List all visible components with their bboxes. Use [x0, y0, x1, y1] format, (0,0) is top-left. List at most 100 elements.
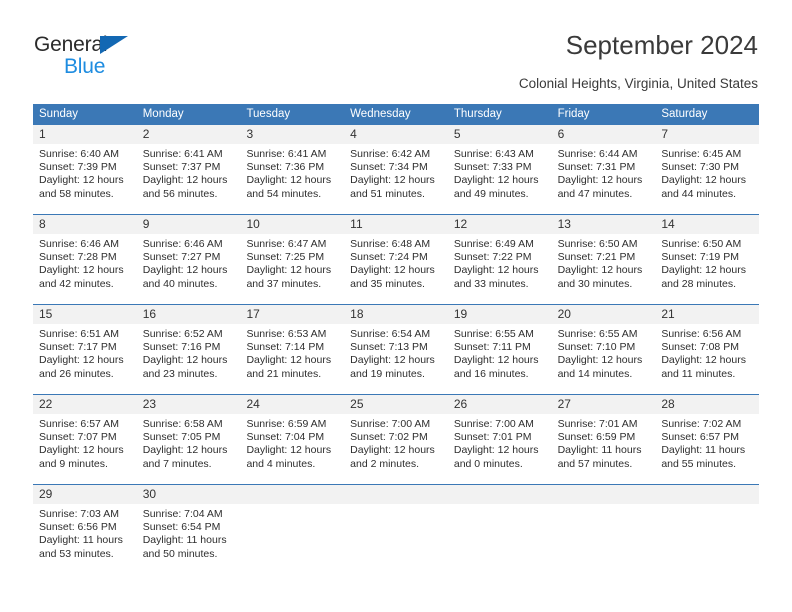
- sunrise-text: Sunrise: 6:59 AM: [246, 418, 327, 430]
- day-number[interactable]: 22: [33, 395, 137, 414]
- day-number[interactable]: 29: [33, 485, 137, 504]
- sunset-text: Sunset: 7:22 PM: [453, 251, 532, 264]
- daylight-text-line1: Daylight: 12 hours: [39, 264, 124, 277]
- day-cell[interactable]: Sunrise: 6:50 AM Sunset: 7:19 PM Daylight:…: [655, 234, 759, 304]
- sunset-text: Sunset: 7:14 PM: [246, 341, 325, 354]
- day-cell-empty: [655, 504, 759, 574]
- day-number[interactable]: 18: [344, 305, 448, 324]
- day-cell[interactable]: Sunrise: 6:41 AM Sunset: 7:37 PM Daylight:…: [137, 144, 241, 214]
- day-number[interactable]: 7: [655, 125, 759, 144]
- day-number[interactable]: 24: [240, 395, 344, 414]
- day-detail-row: Sunrise: 6:57 AM Sunset: 7:07 PM Daylight:…: [33, 414, 759, 484]
- day-number[interactable]: 19: [448, 305, 552, 324]
- day-number[interactable]: 28: [655, 395, 759, 414]
- day-cell[interactable]: Sunrise: 7:03 AM Sunset: 6:56 PM Daylight:…: [33, 504, 137, 574]
- day-number[interactable]: 4: [344, 125, 448, 144]
- sunset-text: Sunset: 7:33 PM: [453, 161, 532, 174]
- day-cell[interactable]: Sunrise: 6:52 AM Sunset: 7:16 PM Daylight:…: [137, 324, 241, 394]
- day-number[interactable]: 6: [552, 125, 656, 144]
- day-cell[interactable]: Sunrise: 6:55 AM Sunset: 7:10 PM Daylight:…: [552, 324, 656, 394]
- day-number[interactable]: 21: [655, 305, 759, 324]
- day-number[interactable]: 8: [33, 215, 137, 234]
- day-cell[interactable]: Sunrise: 6:44 AM Sunset: 7:31 PM Daylight:…: [552, 144, 656, 214]
- daylight-text-line2: and 21 minutes.: [246, 367, 322, 380]
- day-number[interactable]: 20: [552, 305, 656, 324]
- day-number[interactable]: 14: [655, 215, 759, 234]
- logo-text-general: General: [34, 33, 108, 56]
- day-number[interactable]: 25: [344, 395, 448, 414]
- day-cell[interactable]: Sunrise: 6:47 AM Sunset: 7:25 PM Daylight:…: [240, 234, 344, 304]
- sunset-text: Sunset: 7:34 PM: [350, 161, 428, 174]
- sunset-text: Sunset: 7:31 PM: [557, 161, 636, 174]
- day-number[interactable]: 11: [344, 215, 448, 234]
- day-cell[interactable]: Sunrise: 6:40 AM Sunset: 7:39 PM Daylight:…: [33, 144, 137, 214]
- daylight-text-line2: and 51 minutes.: [350, 187, 425, 200]
- day-cell[interactable]: Sunrise: 6:55 AM Sunset: 7:11 PM Daylight:…: [448, 324, 552, 394]
- day-cell[interactable]: Sunrise: 6:43 AM Sunset: 7:33 PM Daylight:…: [448, 144, 552, 214]
- daylight-text-line2: and 53 minutes.: [39, 547, 114, 560]
- day-cell[interactable]: Sunrise: 7:00 AM Sunset: 7:01 PM Daylight:…: [448, 414, 552, 484]
- sunrise-text: Sunrise: 6:48 AM: [350, 238, 431, 250]
- calendar-week-row: 15 16 17 18 19 20 21 Sunrise: 6:51 AM Sunset: 7:…: [33, 304, 759, 394]
- day-cell[interactable]: Sunrise: 6:54 AM Sunset: 7:13 PM Daylight:…: [344, 324, 448, 394]
- day-detail-row: Sunrise: 6:40 AM Sunset: 7:39 PM Daylight:…: [33, 144, 759, 214]
- day-cell[interactable]: Sunrise: 6:45 AM Sunset: 7:30 PM Daylight:…: [655, 144, 759, 214]
- day-cell[interactable]: Sunrise: 6:46 AM Sunset: 7:28 PM Daylight:…: [33, 234, 137, 304]
- day-number-empty: [448, 485, 552, 504]
- day-cell[interactable]: Sunrise: 6:46 AM Sunset: 7:27 PM Daylight:…: [137, 234, 241, 304]
- day-cell[interactable]: Sunrise: 7:04 AM Sunset: 6:54 PM Daylight:…: [137, 504, 241, 574]
- day-cell[interactable]: Sunrise: 6:42 AM Sunset: 7:34 PM Daylight:…: [344, 144, 448, 214]
- daylight-text-line1: Daylight: 11 hours: [39, 534, 123, 547]
- daylight-text-line2: and 4 minutes.: [246, 457, 316, 470]
- day-number[interactable]: 16: [137, 305, 241, 324]
- daylight-text-line2: and 42 minutes.: [39, 277, 114, 290]
- day-number-empty: [240, 485, 344, 504]
- day-cell[interactable]: Sunrise: 6:59 AM Sunset: 7:04 PM Daylight:…: [240, 414, 344, 484]
- day-cell[interactable]: Sunrise: 7:01 AM Sunset: 6:59 PM Daylight:…: [552, 414, 656, 484]
- day-number-empty: [344, 485, 448, 504]
- daylight-text-line1: Daylight: 12 hours: [246, 174, 332, 187]
- day-number[interactable]: 3: [240, 125, 344, 144]
- sunrise-text: Sunrise: 6:42 AM: [350, 148, 431, 160]
- day-cell[interactable]: Sunrise: 6:51 AM Sunset: 7:17 PM Daylight:…: [33, 324, 137, 394]
- daylight-text-line1: Daylight: 12 hours: [39, 444, 124, 457]
- calendar-week-row: 29 30 Sunrise: 7:03 AM Sunset: 6:56 PM Dayli…: [33, 484, 759, 574]
- daylight-text-line2: and 23 minutes.: [142, 367, 218, 380]
- day-number[interactable]: 10: [240, 215, 344, 234]
- daylight-text-line2: and 26 minutes.: [39, 367, 114, 380]
- logo-text-blue: Blue: [64, 55, 106, 78]
- day-cell[interactable]: Sunrise: 7:00 AM Sunset: 7:02 PM Daylight:…: [344, 414, 448, 484]
- sunset-text: Sunset: 7:17 PM: [39, 341, 117, 354]
- day-number[interactable]: 17: [240, 305, 344, 324]
- day-cell[interactable]: Sunrise: 6:53 AM Sunset: 7:14 PM Daylight:…: [240, 324, 344, 394]
- day-number[interactable]: 23: [137, 395, 241, 414]
- calendar-week-row: 8 9 10 11 12 13 14 Sunrise: 6:46 AM Sunset: 7:28…: [33, 214, 759, 304]
- daylight-text-line1: Daylight: 12 hours: [246, 354, 332, 367]
- day-cell[interactable]: Sunrise: 6:56 AM Sunset: 7:08 PM Daylight:…: [655, 324, 759, 394]
- daylight-text-line2: and 57 minutes.: [557, 457, 633, 470]
- day-cell[interactable]: Sunrise: 6:48 AM Sunset: 7:24 PM Daylight:…: [344, 234, 448, 304]
- daylight-text-line1: Daylight: 12 hours: [661, 264, 746, 277]
- day-number[interactable]: 1: [33, 125, 137, 144]
- sunset-text: Sunset: 7:13 PM: [350, 341, 428, 354]
- day-number[interactable]: 27: [552, 395, 656, 414]
- day-number[interactable]: 15: [33, 305, 137, 324]
- day-cell[interactable]: Sunrise: 6:58 AM Sunset: 7:05 PM Daylight:…: [137, 414, 241, 484]
- day-number[interactable]: 12: [448, 215, 552, 234]
- day-number[interactable]: 30: [137, 485, 241, 504]
- day-cell[interactable]: Sunrise: 6:49 AM Sunset: 7:22 PM Daylight:…: [448, 234, 552, 304]
- sunrise-text: Sunrise: 6:53 AM: [246, 328, 327, 340]
- day-cell[interactable]: Sunrise: 6:57 AM Sunset: 7:07 PM Daylight:…: [33, 414, 137, 484]
- day-detail-row: Sunrise: 6:46 AM Sunset: 7:28 PM Daylight:…: [33, 234, 759, 304]
- day-cell[interactable]: Sunrise: 6:41 AM Sunset: 7:36 PM Daylight:…: [240, 144, 344, 214]
- day-number[interactable]: 5: [448, 125, 552, 144]
- day-cell[interactable]: Sunrise: 7:02 AM Sunset: 6:57 PM Daylight:…: [655, 414, 759, 484]
- calendar-page: General Blue September 2024 Colonial Hei…: [0, 0, 792, 612]
- day-number[interactable]: 9: [137, 215, 241, 234]
- daylight-text-line2: and 37 minutes.: [246, 277, 322, 290]
- day-number[interactable]: 13: [552, 215, 656, 234]
- day-cell[interactable]: Sunrise: 6:50 AM Sunset: 7:21 PM Daylight:…: [552, 234, 656, 304]
- day-number[interactable]: 26: [448, 395, 552, 414]
- day-number[interactable]: 2: [137, 125, 241, 144]
- daylight-text-line1: Daylight: 12 hours: [350, 444, 435, 457]
